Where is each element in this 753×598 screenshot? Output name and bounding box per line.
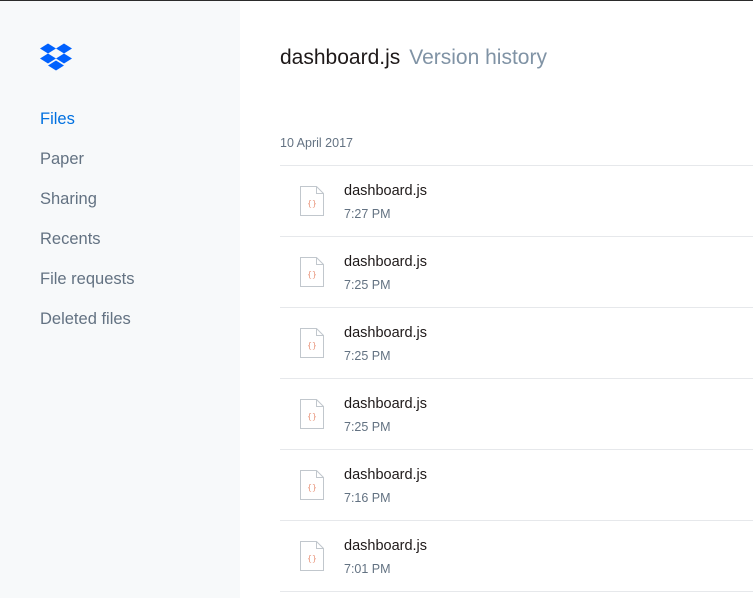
version-row[interactable]: {} dashboard.js 7:27 PM xyxy=(280,166,753,237)
version-time: 7:25 PM xyxy=(344,420,391,434)
code-file-icon: {} xyxy=(300,257,324,287)
svg-text:{}: {} xyxy=(307,199,317,208)
version-file-name: dashboard.js xyxy=(344,538,428,554)
sidebar-item-file-requests[interactable]: File requests xyxy=(40,267,134,307)
svg-text:{}: {} xyxy=(307,270,317,279)
code-file-icon: {} xyxy=(300,541,324,571)
sidebar-item-sharing[interactable]: Sharing xyxy=(40,187,134,227)
version-file-name: dashboard.js xyxy=(344,325,428,341)
version-file-name: dashboard.js xyxy=(344,467,428,483)
version-file-name: dashboard.js xyxy=(344,396,428,412)
svg-text:{}: {} xyxy=(307,412,317,421)
sidebar-item-deleted-files[interactable]: Deleted files xyxy=(40,307,134,347)
sidebar-item-files[interactable]: Files xyxy=(40,107,134,147)
version-date-label: 10 April 2017 xyxy=(280,136,353,150)
sidebar-item-recents[interactable]: Recents xyxy=(40,227,134,267)
version-file-name: dashboard.js xyxy=(344,183,428,199)
svg-text:{}: {} xyxy=(307,341,317,350)
version-time: 7:25 PM xyxy=(344,349,391,363)
sidebar: Files Paper Sharing Recents File request… xyxy=(0,1,240,598)
page-title-filename: dashboard.js xyxy=(280,46,401,69)
version-time: 7:27 PM xyxy=(344,207,391,221)
dropbox-logo-icon[interactable] xyxy=(39,42,73,74)
svg-text:{}: {} xyxy=(307,483,317,492)
code-file-icon: {} xyxy=(300,328,324,358)
version-file-name: dashboard.js xyxy=(344,254,428,270)
code-file-icon: {} xyxy=(300,186,324,216)
page-title-subtitle: Version history xyxy=(409,46,547,69)
sidebar-nav: Files Paper Sharing Recents File request… xyxy=(40,107,134,347)
version-row[interactable]: {} dashboard.js 7:25 PM xyxy=(280,237,753,308)
version-time: 7:25 PM xyxy=(344,278,391,292)
page-title: dashboard.js Version history xyxy=(280,46,547,70)
main-content: dashboard.js Version history 10 April 201… xyxy=(240,1,753,598)
version-row[interactable]: {} dashboard.js 7:25 PM xyxy=(280,308,753,379)
code-file-icon: {} xyxy=(300,399,324,429)
version-row[interactable]: {} dashboard.js 7:01 PM xyxy=(280,521,753,592)
version-time: 7:01 PM xyxy=(344,562,391,576)
version-time: 7:16 PM xyxy=(344,491,391,505)
version-row[interactable]: {} dashboard.js 7:16 PM xyxy=(280,450,753,521)
code-file-icon: {} xyxy=(300,470,324,500)
version-list: {} dashboard.js 7:27 PM {} dashboard.js … xyxy=(280,165,753,592)
svg-text:{}: {} xyxy=(307,554,317,563)
sidebar-item-paper[interactable]: Paper xyxy=(40,147,134,187)
version-row[interactable]: {} dashboard.js 7:25 PM xyxy=(280,379,753,450)
